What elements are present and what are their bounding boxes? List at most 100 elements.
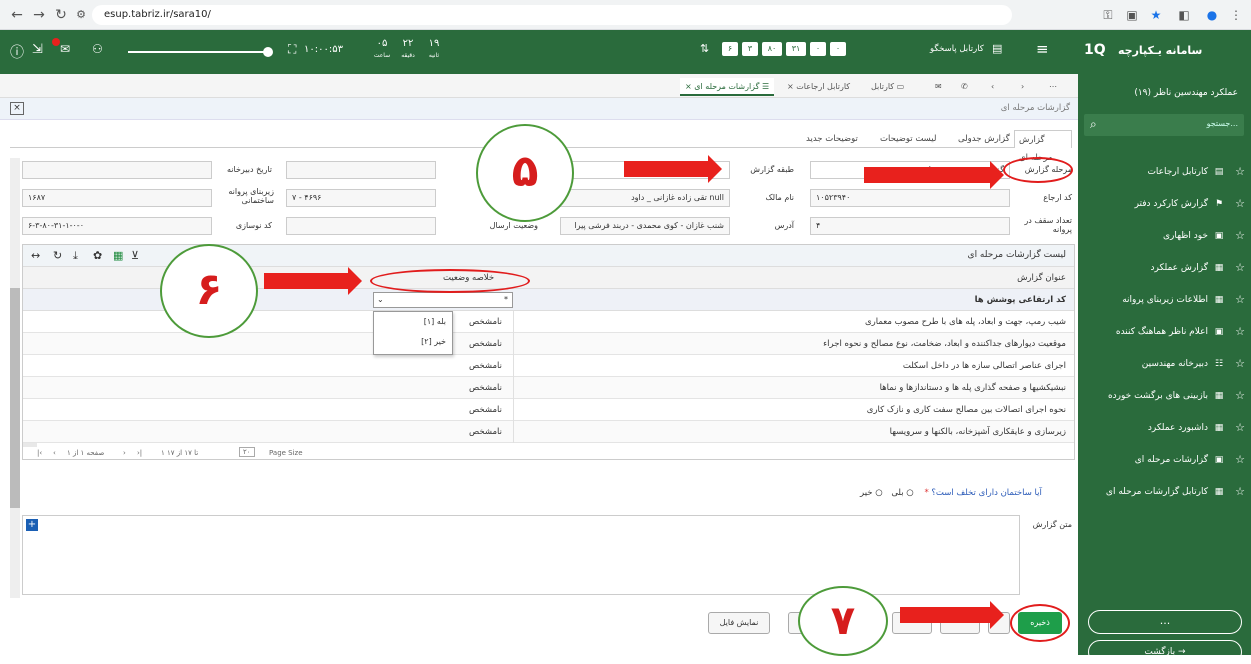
time-seconds: ۰۵ <box>376 38 388 49</box>
logout-icon[interactable]: ⇲ <box>32 42 43 57</box>
sidebar-item[interactable]: ☆ ▣ گزارشات مرحله ای <box>1078 444 1251 476</box>
excel-icon[interactable]: ▦ <box>113 249 123 262</box>
subtab-descriptions[interactable]: لیست توضیحات <box>876 130 940 148</box>
settings-icon[interactable]: ✿ <box>93 249 102 262</box>
expand-icon[interactable]: ↔ <box>31 249 40 262</box>
fullscreen-icon[interactable]: ⛶ <box>288 42 296 57</box>
counter[interactable]: ۳ <box>742 42 758 56</box>
user-settings-icon[interactable]: ⚇ <box>92 42 103 56</box>
sidebar-item[interactable]: ☆ ☷ دبیرخانه مهندسین <box>1078 348 1251 380</box>
show-file-button[interactable]: نمایش فایل <box>708 612 770 634</box>
favorite-star-icon[interactable]: ☆ <box>1235 348 1245 380</box>
reload-icon[interactable]: ↻ <box>52 6 70 24</box>
table-row[interactable]: اجرای عناصر اتصالی سازه ها در داخل اسکلت… <box>23 355 1074 377</box>
sidebar-item[interactable]: ☆ ▦ کارتابل گزارشات مرحله ای <box>1078 476 1251 508</box>
page-scrollbar[interactable] <box>10 158 20 598</box>
sidebar-item[interactable]: ☆ ▦ بازبینی های برگشت خورده <box>1078 380 1251 412</box>
site-info-icon[interactable]: ⚙ <box>72 6 90 24</box>
tab-cartable[interactable]: ▭ کارتابل <box>866 78 909 96</box>
col-title-header[interactable]: عنوان گزارش <box>1017 267 1066 289</box>
counter[interactable]: ۶ <box>722 42 738 56</box>
sidebar-item[interactable]: ☆ ▦ اطلاعات زیربنای پروانه <box>1078 284 1251 316</box>
refresh-icon[interactable]: ↻ <box>53 249 62 262</box>
table-row[interactable]: موقعیت دیوارهای جداکننده و ابعاد، ضخامت،… <box>23 333 1074 355</box>
translate-icon[interactable]: ▣ <box>1124 7 1140 23</box>
first-page-icon[interactable]: |‹ <box>37 449 42 457</box>
counter[interactable]: ۰ <box>830 42 846 56</box>
close-icon[interactable]: × <box>787 82 794 91</box>
sidebar-item[interactable]: ☆ ▦ گزارش عملکرد <box>1078 252 1251 284</box>
mail-icon[interactable]: ✉ <box>930 78 947 96</box>
dropdown-option-no[interactable]: خیر [۲] <box>374 332 452 352</box>
favorite-star-icon[interactable]: ☆ <box>1235 156 1245 188</box>
extensions-icon[interactable]: ◧ <box>1176 7 1192 23</box>
counter[interactable]: ۰ <box>810 42 826 56</box>
tab-stage-reports[interactable]: ☰ گزارشات مرحله ای × <box>680 78 775 96</box>
key-icon[interactable]: ⚿ <box>1100 7 1116 23</box>
favorite-star-icon[interactable]: ☆ <box>1235 220 1245 252</box>
sidebar-item[interactable]: ☆ ⚑ گزارش کارکرد دفتر <box>1078 188 1251 220</box>
star-icon[interactable]: ★ <box>1148 7 1164 23</box>
favorite-star-icon[interactable]: ☆ <box>1235 252 1245 284</box>
megaphone-icon[interactable]: ✉ <box>60 42 70 56</box>
sort-icon[interactable]: ⇅ <box>700 42 709 55</box>
progress-knob[interactable] <box>263 47 273 57</box>
next-page-icon[interactable]: › <box>123 449 126 457</box>
table-row[interactable]: زیرسازی و عایقکاری آشپزخانه، بالکنها و س… <box>23 421 1074 443</box>
counter[interactable]: ۳۱ <box>786 42 806 56</box>
subtab-new-description[interactable]: توضیحات جدید <box>802 130 862 148</box>
cartable-label[interactable]: کارتابل پاسخگو <box>930 44 984 54</box>
scrollbar-thumb[interactable] <box>10 288 20 508</box>
download-icon[interactable]: ⤓ <box>73 249 78 263</box>
sidebar: 1Q سامانه یـکپارچه عملکرد مهندسین ناظر (… <box>1078 30 1251 664</box>
report-textarea[interactable]: + <box>22 515 1020 595</box>
yes-radio[interactable]: ○ بلی <box>891 488 913 498</box>
favorite-star-icon[interactable]: ☆ <box>1235 380 1245 412</box>
hamburger-icon[interactable]: ≡ <box>1036 40 1049 58</box>
forward-arrow-icon[interactable]: → <box>30 6 48 24</box>
subtab-table-report[interactable]: گزارش جدولی <box>954 130 1014 148</box>
tab-scroll-left-icon[interactable]: ‹ <box>986 78 999 96</box>
tab-scroll-right-icon[interactable]: › <box>1016 78 1029 96</box>
sidebar-item[interactable]: ☆ ▣ خود اظهاری <box>1078 220 1251 252</box>
sidebar-item-label: بازبینی های برگشت خورده <box>1107 391 1208 401</box>
close-icon[interactable]: × <box>685 82 692 91</box>
subtab-stage-report[interactable]: گزارش مرحله ای <box>1014 130 1072 163</box>
dropdown-option-yes[interactable]: بله [۱] <box>374 312 452 332</box>
info-icon[interactable]: ⓘ <box>10 42 24 62</box>
sidebar-item-label: کارتابل گزارشات مرحله ای <box>1105 487 1208 497</box>
sidebar-item[interactable]: ☆ ▦ داشبورد عملکرد <box>1078 412 1251 444</box>
add-icon[interactable]: + <box>26 519 38 531</box>
sidebar-item[interactable]: ☆ ▤ کارتابل ارجاعات <box>1078 156 1251 188</box>
table-row[interactable]: نحوه اجرای اتصالات بین مصالح سفت کاری و … <box>23 399 1074 421</box>
sidebar-item[interactable]: ☆ ▣ اعلام ناظر هماهنگ کننده <box>1078 316 1251 348</box>
page-size-select[interactable]: ۲۰ <box>239 447 255 457</box>
close-panel-icon[interactable]: × <box>10 102 24 115</box>
address-bar[interactable]: esup.tabriz.ir/sara10/ <box>92 5 1012 25</box>
last-page-icon[interactable]: ›| <box>137 449 142 457</box>
tab-overflow-icon[interactable]: ⋯ <box>1044 78 1062 96</box>
more-button[interactable]: ... <box>1088 610 1242 634</box>
menu-icon[interactable]: ⋮ <box>1228 7 1244 23</box>
table-row[interactable]: نبشیکشیها و صفحه گذاری پله ها و دستانداز… <box>23 377 1074 399</box>
permit-area-label: زیربنای پروانه ساختمانی <box>228 187 274 205</box>
no-radio[interactable]: ○ خیر <box>860 488 883 498</box>
status-dropdown[interactable]: بله [۱] خیر [۲] <box>373 311 453 355</box>
back-button[interactable]: → بازگشت <box>1088 640 1242 664</box>
profile-icon[interactable]: ● <box>1204 7 1220 23</box>
back-arrow-icon[interactable]: ← <box>8 6 26 24</box>
prev-page-icon[interactable]: ‹ <box>53 449 56 457</box>
tab-referrals[interactable]: کارتابل ارجاعات × <box>782 78 855 96</box>
bullhorn-icon[interactable]: ✆ <box>956 78 973 96</box>
counter[interactable]: ۸۰ <box>762 42 782 56</box>
search-icon[interactable]: ⌕ <box>1090 117 1097 132</box>
favorite-star-icon[interactable]: ☆ <box>1235 444 1245 476</box>
favorite-star-icon[interactable]: ☆ <box>1235 284 1245 316</box>
favorite-star-icon[interactable]: ☆ <box>1235 412 1245 444</box>
filter-icon[interactable]: ⊻ <box>131 249 139 262</box>
status-filter-select[interactable]: ⌄ * <box>373 292 513 308</box>
search-box[interactable]: ⌕ جستجو... <box>1084 114 1244 136</box>
favorite-star-icon[interactable]: ☆ <box>1235 476 1245 508</box>
favorite-star-icon[interactable]: ☆ <box>1235 316 1245 348</box>
favorite-star-icon[interactable]: ☆ <box>1235 188 1245 220</box>
